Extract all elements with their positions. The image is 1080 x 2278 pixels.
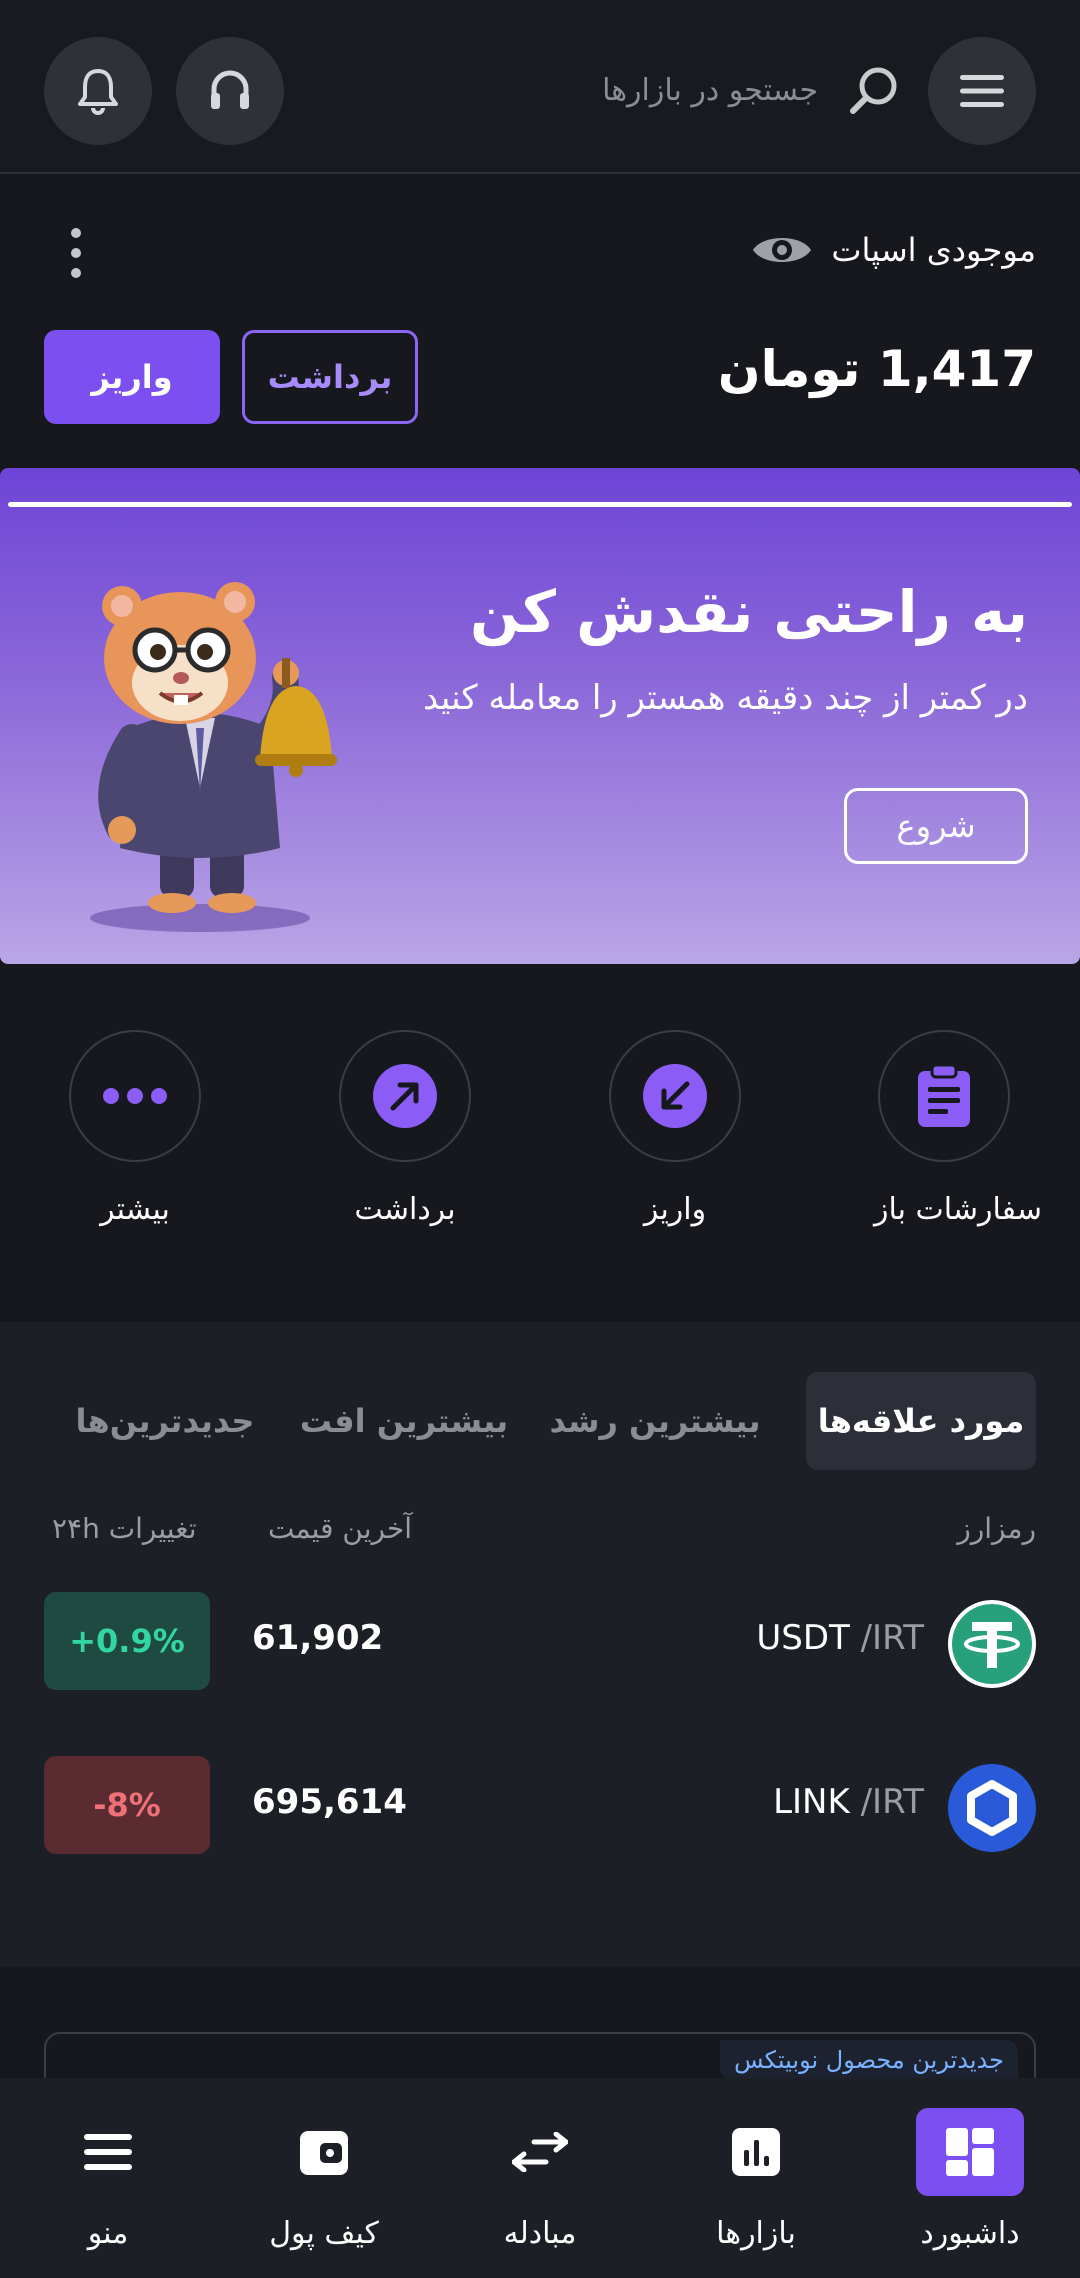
column-header-change: تغییرات ۲۴h (52, 1512, 197, 1545)
nav-icon-wrap (916, 2108, 1024, 2196)
change-badge: -8% (44, 1756, 210, 1854)
quick-action-circle (609, 1030, 741, 1162)
swap-icon (512, 2132, 568, 2172)
nav-dashboard[interactable]: داشبورد (890, 2108, 1050, 2251)
search-icon (850, 67, 897, 114)
nav-icon-wrap (486, 2108, 594, 2196)
eye-icon[interactable] (751, 230, 813, 270)
deposit-button[interactable]: واریز (44, 330, 220, 424)
quick-action-label: بیشتر (100, 1192, 170, 1227)
search-bar[interactable] (300, 50, 900, 130)
change-badge: +0.9% (44, 1592, 210, 1690)
dashboard-icon (946, 2128, 994, 2176)
usdt-coin-icon (948, 1600, 1036, 1688)
banner-title: به راحتی نقدش کن (470, 578, 1028, 646)
tab-top-gainers[interactable]: بیشترین رشد (540, 1372, 770, 1470)
pair-quote: /IRT (849, 1618, 924, 1658)
nav-label: مبادله (503, 2216, 577, 2251)
menu-button[interactable] (928, 37, 1036, 145)
arrow-down-left-icon (643, 1064, 707, 1128)
nav-label: بازارها (716, 2216, 796, 2251)
wallet-icon (300, 2131, 348, 2175)
top-bar (0, 0, 1080, 174)
product-card-tag: جدیدترین محصول نوبیتکس (720, 2040, 1018, 2080)
nav-label: منو (87, 2216, 129, 2251)
column-header-market: رمزارز (957, 1512, 1036, 1545)
quick-action-label: سفارشات باز (874, 1192, 1042, 1227)
quick-action-more[interactable]: بیشتر (65, 1030, 205, 1227)
link-coin-icon (948, 1764, 1036, 1852)
quick-action-open-orders[interactable]: سفارشات باز (874, 1030, 1042, 1227)
column-header-last-price: آخرین قیمت (268, 1512, 413, 1545)
market-pair: LINK /IRT (773, 1782, 924, 1822)
menu-icon (84, 2134, 132, 2170)
nav-swap[interactable]: مبادله (460, 2108, 620, 2251)
quick-action-withdraw[interactable]: برداشت (335, 1030, 475, 1227)
banner-start-button[interactable]: شروع (844, 788, 1028, 864)
banner-progress-line (8, 502, 1072, 507)
quick-action-circle (339, 1030, 471, 1162)
pair-quote: /IRT (849, 1782, 924, 1822)
quick-action-label: برداشت (354, 1192, 456, 1227)
tab-newest[interactable]: جدیدترین‌ها (60, 1372, 270, 1470)
search-input[interactable] (338, 72, 818, 108)
pair-base: LINK (773, 1782, 850, 1822)
nav-label: کیف پول (269, 2216, 379, 2251)
nav-menu[interactable]: منو (28, 2108, 188, 2251)
nav-markets[interactable]: بازارها (676, 2108, 836, 2251)
spot-balance-label: موجودی اسپات (831, 231, 1036, 269)
last-price: 695,614 (252, 1782, 407, 1822)
chart-icon (732, 2128, 780, 2176)
promo-banner[interactable]: به راحتی نقدش کن در کمتر از چند دقیقه هم… (0, 468, 1080, 964)
nav-label: داشبورد (920, 2216, 1020, 2251)
spot-balance-header: موجودی اسپات (751, 230, 1036, 270)
bell-icon (78, 69, 118, 115)
bottom-navigation: داشبورد بازارها مبادله کیف پول منو (0, 2078, 1080, 2278)
banner-subtitle: در کمتر از چند دقیقه همستر را معامله کنی… (423, 678, 1028, 718)
hamster-mascot-image (90, 582, 337, 932)
withdraw-button[interactable]: برداشت (242, 330, 418, 424)
pair-base: USDT (756, 1618, 850, 1658)
clipboard-icon (918, 1063, 970, 1127)
support-button[interactable] (176, 37, 284, 145)
nav-icon-wrap (54, 2108, 162, 2196)
quick-action-circle (878, 1030, 1010, 1162)
market-row[interactable]: USDT /IRT 61,902 +0.9% (0, 1592, 1080, 1692)
market-section: مورد علاقه‌ها بیشترین رشد بیشترین افت جد… (0, 1322, 1080, 1967)
balance-amount: 1,417 تومان (717, 340, 1036, 398)
tab-top-losers[interactable]: بیشترین افت (294, 1372, 514, 1470)
more-options-icon[interactable] (66, 228, 86, 278)
last-price: 61,902 (252, 1618, 384, 1658)
nav-icon-wrap (702, 2108, 810, 2196)
tab-favorites[interactable]: مورد علاقه‌ها (806, 1372, 1036, 1470)
nav-wallet[interactable]: کیف پول (244, 2108, 404, 2251)
market-pair: USDT /IRT (756, 1618, 924, 1658)
notifications-button[interactable] (44, 37, 152, 145)
more-dots-icon (103, 1088, 167, 1104)
menu-icon (960, 75, 1004, 107)
quick-action-circle (69, 1030, 201, 1162)
quick-action-deposit[interactable]: واریز (605, 1030, 745, 1227)
nav-icon-wrap (270, 2108, 378, 2196)
quick-action-label: واریز (643, 1192, 707, 1227)
headset-icon (211, 70, 249, 109)
market-row[interactable]: LINK /IRT 695,614 -8% (0, 1756, 1080, 1856)
arrow-up-right-icon (373, 1064, 437, 1128)
